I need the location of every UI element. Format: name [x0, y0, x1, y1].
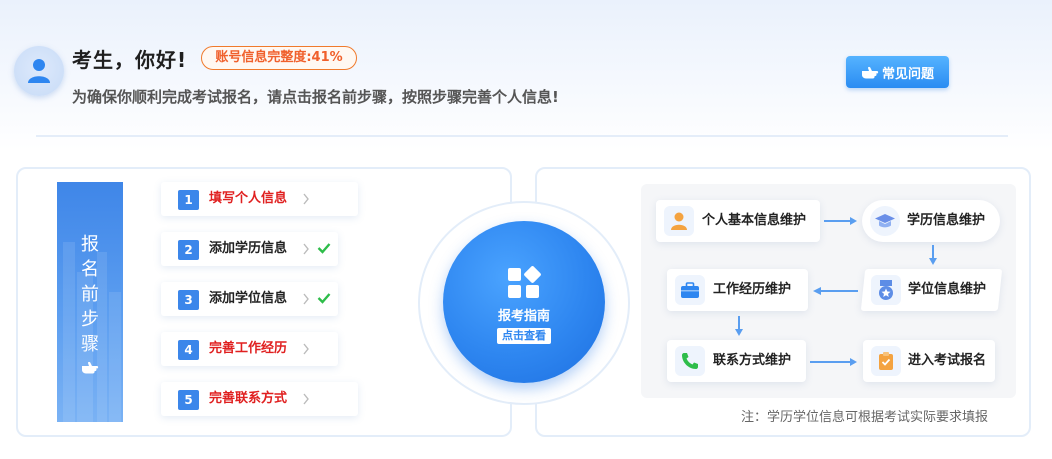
apps-grid-icon: [508, 266, 541, 298]
flow-node-education[interactable]: 学历信息维护: [862, 200, 1000, 242]
greeting-title: 考生，你好!: [72, 48, 188, 72]
guide-title: 报考指南: [497, 309, 550, 324]
step-number: 4: [178, 340, 199, 360]
flow-node-personal-info[interactable]: 个人基本信息维护: [656, 200, 820, 242]
flow-node-work[interactable]: 工作经历维护: [667, 269, 808, 311]
medal-icon: [871, 275, 901, 305]
step-label: 添加学历信息: [209, 241, 288, 256]
flow-node-label: 个人基本信息维护: [702, 213, 807, 228]
flow-node-label: 学位信息维护: [908, 282, 987, 297]
flow-node-contact[interactable]: 联系方式维护: [667, 340, 806, 382]
pointing-hand-icon: [82, 361, 99, 374]
chevron-right-icon: [303, 293, 309, 305]
exam-guide-button[interactable]: [443, 221, 605, 383]
phone-icon: [675, 346, 705, 376]
step-number: 3: [178, 290, 199, 310]
check-icon: [317, 293, 331, 304]
step-number: 5: [178, 390, 199, 410]
flow-node-label: 进入考试报名: [908, 353, 987, 368]
arrow-right-icon: [810, 358, 857, 366]
flow-note: 注：学历学位信息可根据考试实际要求填报: [741, 410, 989, 425]
arrow-down-icon: [735, 316, 743, 336]
flow-node-label: 学历信息维护: [907, 213, 986, 228]
faq-button[interactable]: 常见问题: [846, 56, 949, 88]
flow-node-label: 工作经历维护: [713, 282, 792, 297]
chevron-right-icon: [303, 193, 309, 205]
chevron-right-icon: [303, 243, 309, 255]
completion-badge: 账号信息完整度:41%: [201, 46, 357, 70]
steps-banner-title-text: 报名前步骤: [81, 234, 99, 355]
graduation-cap-icon: [870, 206, 900, 236]
flow-node-exam-registration[interactable]: 进入考试报名: [863, 340, 995, 382]
step-label: 完善联系方式: [209, 391, 288, 406]
faq-button-label: 常见问题: [881, 66, 934, 82]
step-label: 完善工作经历: [209, 341, 288, 356]
arrow-left-icon: [813, 287, 858, 295]
step-label: 填写个人信息: [209, 191, 288, 206]
step-item-personal-info[interactable]: 1 填写个人信息: [161, 182, 358, 216]
step-item-work-experience[interactable]: 4 完善工作经历: [161, 332, 338, 366]
arrow-down-icon: [929, 245, 937, 265]
user-icon: [28, 59, 50, 83]
flow-node-label: 联系方式维护: [713, 353, 792, 368]
step-item-contact-info[interactable]: 5 完善联系方式: [161, 382, 358, 416]
check-icon: [317, 243, 331, 254]
step-number: 1: [178, 190, 199, 210]
person-icon: [664, 206, 694, 236]
briefcase-icon: [675, 275, 705, 305]
instruction-subtitle: 为确保你顺利完成考试报名，请点击报名前步骤，按照步骤完善个人信息!: [72, 88, 559, 106]
header-divider: [36, 135, 1008, 137]
arrow-right-icon: [824, 217, 857, 225]
step-number: 2: [178, 240, 199, 260]
steps-banner: 报名前步骤: [57, 182, 123, 422]
chevron-right-icon: [303, 393, 309, 405]
step-item-education-info[interactable]: 2 添加学历信息: [161, 232, 338, 266]
steps-banner-title: 报名前步骤: [57, 232, 123, 357]
step-label: 添加学位信息: [209, 291, 288, 306]
clipboard-icon: [871, 346, 901, 376]
guide-view-button[interactable]: 点击查看: [497, 328, 551, 344]
step-item-degree-info[interactable]: 3 添加学位信息: [161, 282, 338, 316]
pointing-hand-icon: [861, 66, 879, 79]
chevron-right-icon: [303, 343, 309, 355]
flow-node-degree[interactable]: 学位信息维护: [860, 269, 1003, 311]
avatar: [14, 46, 64, 96]
